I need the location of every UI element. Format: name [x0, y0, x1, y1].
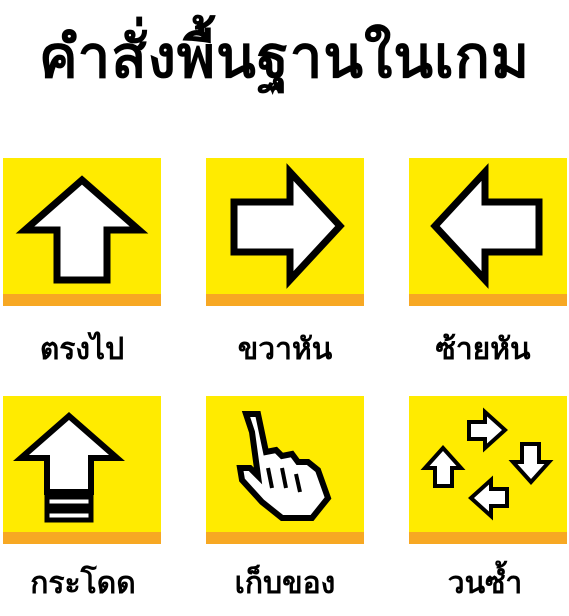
arrow-up-icon: [15, 175, 149, 284]
command-label-loop: วนซ้ำ: [447, 566, 523, 601]
loop-arrows-icon: [420, 407, 554, 521]
command-card-pick-up[interactable]: [206, 396, 364, 544]
arrow-right-icon: [230, 163, 345, 289]
command-label-pick-up: เก็บของ: [234, 566, 336, 601]
page-title: คำสั่งพื้นฐานในเกม: [38, 23, 531, 91]
command-label-jump: กระโดด: [30, 566, 136, 601]
command-card-loop[interactable]: [409, 396, 567, 544]
arrow-left-icon: [430, 163, 543, 289]
command-label-forward: ตรงไป: [39, 332, 125, 367]
command-card-jump[interactable]: [3, 396, 161, 544]
command-label-turn-left: ซ้ายหัน: [435, 332, 531, 367]
hand-pointer-icon: [236, 411, 332, 521]
command-card-turn-right[interactable]: [206, 158, 364, 306]
command-label-turn-right: ขวาหัน: [237, 332, 333, 367]
command-card-forward[interactable]: [3, 158, 161, 306]
jump-arrow-icon: [13, 412, 125, 523]
command-card-turn-left[interactable]: [409, 158, 567, 306]
